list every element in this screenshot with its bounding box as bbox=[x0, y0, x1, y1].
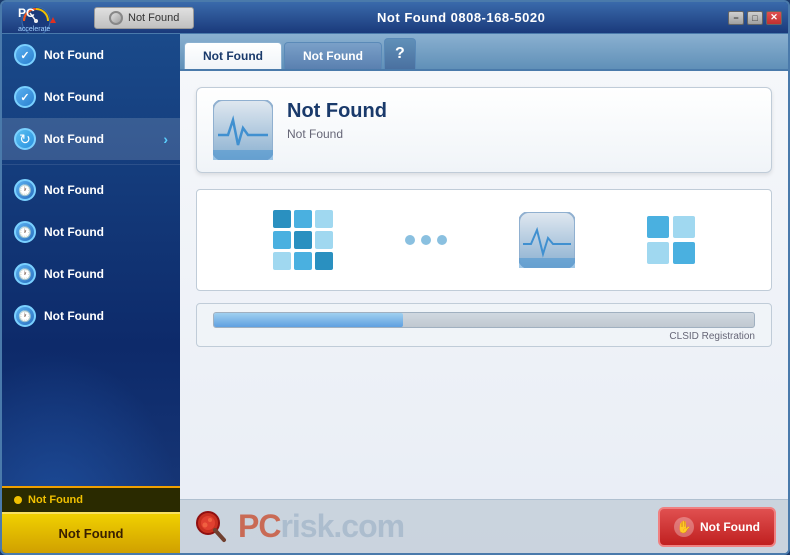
tab-1[interactable]: Not Found bbox=[184, 42, 282, 69]
content-area: Not Found Not Found ? bbox=[180, 34, 788, 553]
tile bbox=[315, 231, 333, 249]
progress-area: CLSID Registration bbox=[196, 303, 772, 347]
sidebar-label-4: Not Found bbox=[44, 183, 168, 197]
sidebar-warning: Not Found bbox=[2, 486, 180, 512]
scan-area bbox=[196, 189, 772, 291]
status-icon bbox=[109, 11, 123, 25]
pcrisk-logo: PCrisk.com bbox=[192, 507, 404, 547]
logo-svg: PC accelerate bbox=[16, 3, 78, 33]
rtile bbox=[673, 216, 695, 238]
scan-dot bbox=[437, 235, 447, 245]
tab-2[interactable]: Not Found bbox=[284, 42, 382, 69]
main-layout: Not Found Not Found Not Found › Not Foun… bbox=[2, 34, 788, 553]
clock-icon-7 bbox=[14, 305, 36, 327]
sidebar-bottom: Not Found Not Found bbox=[2, 486, 180, 553]
pcrisk-text: PCrisk.com bbox=[238, 508, 404, 545]
cta-button[interactable]: Not Found bbox=[2, 512, 180, 553]
check-icon-1 bbox=[14, 44, 36, 66]
tab-help[interactable]: ? bbox=[384, 38, 416, 69]
title-bar: PC accelerate Not Found Not Found 0808-1… bbox=[2, 2, 788, 34]
hand-stop-icon: ✋ bbox=[674, 517, 694, 537]
pc-text: PC bbox=[238, 508, 280, 544]
scan-dot bbox=[421, 235, 431, 245]
scan-tiles-left bbox=[273, 210, 333, 270]
sidebar-item-4[interactable]: Not Found bbox=[2, 169, 180, 211]
status-button-label: Not Found bbox=[128, 12, 179, 24]
center-scan-icon bbox=[519, 212, 575, 268]
app-icon bbox=[213, 100, 273, 160]
magnifier-icon bbox=[192, 507, 232, 547]
sidebar-item-2[interactable]: Not Found bbox=[2, 76, 180, 118]
check-icon-2 bbox=[14, 86, 36, 108]
sidebar-label-3: Not Found bbox=[44, 132, 163, 146]
tile bbox=[315, 210, 333, 228]
main-window: PC accelerate Not Found Not Found 0808-1… bbox=[0, 0, 790, 555]
title-label: Not Found 0808-168-5020 bbox=[377, 10, 545, 25]
sidebar-item-7[interactable]: Not Found bbox=[2, 295, 180, 337]
app-logo: PC accelerate bbox=[8, 0, 86, 37]
progress-bar-outer bbox=[213, 312, 755, 328]
stop-button-label: Not Found bbox=[700, 520, 760, 534]
progress-label: CLSID Registration bbox=[213, 331, 755, 342]
refresh-icon-3 bbox=[14, 128, 36, 150]
close-button[interactable]: ✕ bbox=[766, 11, 782, 25]
tab-bar: Not Found Not Found ? bbox=[180, 34, 788, 71]
scan-dots bbox=[405, 235, 447, 245]
sidebar-item-3[interactable]: Not Found › bbox=[2, 118, 180, 160]
tile bbox=[294, 252, 312, 270]
tile bbox=[294, 210, 312, 228]
clock-icon-4 bbox=[14, 179, 36, 201]
sidebar-label-1: Not Found bbox=[44, 48, 168, 62]
info-text: Not Found Not Found bbox=[287, 100, 387, 141]
tile bbox=[273, 210, 291, 228]
tile bbox=[273, 231, 291, 249]
info-box: Not Found Not Found bbox=[196, 87, 772, 173]
scan-tiles-right bbox=[647, 216, 695, 264]
rtile bbox=[673, 242, 695, 264]
window-controls: − □ ✕ bbox=[728, 11, 782, 25]
arrow-icon-3: › bbox=[163, 131, 168, 147]
svg-text:PC: PC bbox=[18, 6, 35, 20]
sidebar-label-2: Not Found bbox=[44, 90, 168, 104]
rtile bbox=[647, 216, 669, 238]
sidebar: Not Found Not Found Not Found › Not Foun… bbox=[2, 34, 180, 553]
stop-button[interactable]: ✋ Not Found bbox=[658, 507, 776, 547]
info-title: Not Found bbox=[287, 100, 387, 123]
title-bar-left: PC accelerate Not Found bbox=[8, 0, 194, 37]
scan-dot bbox=[405, 235, 415, 245]
tile bbox=[273, 252, 291, 270]
warning-dot bbox=[14, 496, 22, 504]
warning-text: Not Found bbox=[28, 494, 83, 506]
content-panel: Not Found Not Found bbox=[180, 71, 788, 553]
tile bbox=[315, 252, 333, 270]
bottom-bar: PCrisk.com ✋ Not Found bbox=[180, 499, 788, 553]
sidebar-item-1[interactable]: Not Found bbox=[2, 34, 180, 76]
tile bbox=[294, 231, 312, 249]
status-button[interactable]: Not Found bbox=[94, 7, 194, 29]
sidebar-divider bbox=[2, 164, 180, 165]
info-subtitle: Not Found bbox=[287, 127, 387, 141]
sidebar-item-6[interactable]: Not Found bbox=[2, 253, 180, 295]
rtile bbox=[647, 242, 669, 264]
clock-icon-5 bbox=[14, 221, 36, 243]
sidebar-label-7: Not Found bbox=[44, 309, 168, 323]
sidebar-label-6: Not Found bbox=[44, 267, 168, 281]
minimize-button[interactable]: − bbox=[728, 11, 744, 25]
clock-icon-6 bbox=[14, 263, 36, 285]
progress-bar-inner bbox=[214, 313, 403, 327]
svg-text:accelerate: accelerate bbox=[18, 26, 50, 33]
sidebar-item-5[interactable]: Not Found bbox=[2, 211, 180, 253]
maximize-button[interactable]: □ bbox=[747, 11, 763, 25]
sidebar-label-5: Not Found bbox=[44, 225, 168, 239]
